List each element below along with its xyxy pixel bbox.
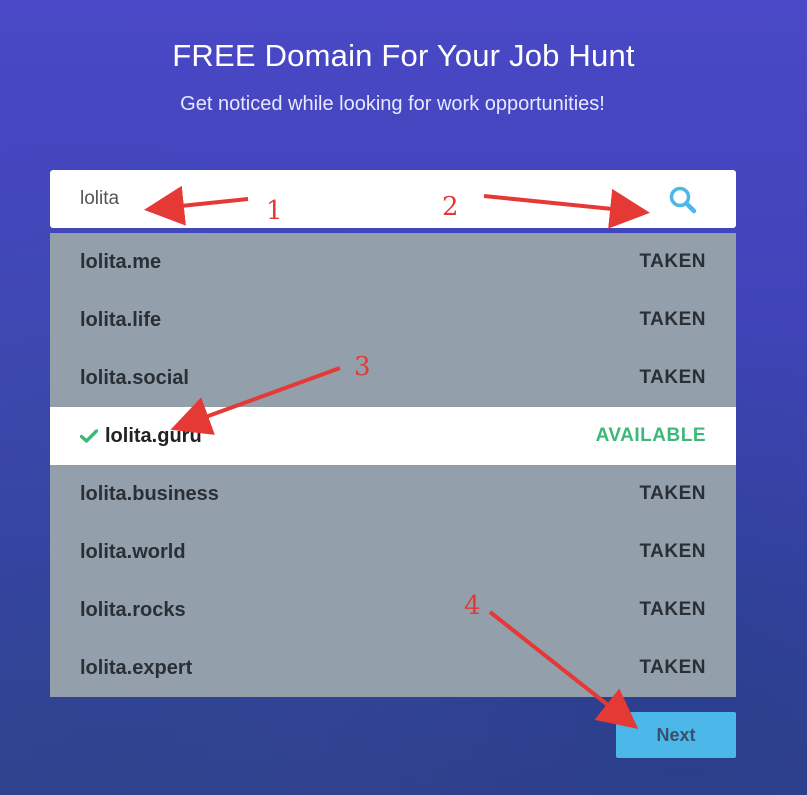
page-title: FREE Domain For Your Job Hunt (172, 38, 635, 73)
domain-name: lolita.social (80, 366, 189, 389)
annotation-label-1: 1 (266, 196, 283, 226)
result-row-business[interactable]: lolita.business TAKEN (50, 465, 736, 523)
status-badge: TAKEN (639, 599, 706, 620)
result-row-guru[interactable]: lolita.guru AVAILABLE (50, 407, 736, 465)
domain-name: lolita.life (80, 308, 162, 331)
result-row-rocks[interactable]: lolita.rocks TAKEN (50, 581, 736, 639)
status-badge: AVAILABLE (595, 425, 706, 446)
annotation-label-4: 4 (464, 591, 481, 621)
result-row-life[interactable]: lolita.life TAKEN (50, 291, 736, 349)
status-badge: TAKEN (639, 657, 706, 678)
search-input[interactable] (68, 178, 652, 220)
search-button[interactable] (668, 185, 698, 215)
domain-name: lolita.expert (80, 656, 193, 679)
results-list: lolita.me TAKEN lolita.life TAKEN lolita… (50, 233, 736, 697)
search-icon (669, 186, 697, 214)
status-badge: TAKEN (639, 483, 706, 504)
status-badge: TAKEN (639, 541, 706, 562)
domain-name: lolita.me (80, 250, 162, 273)
next-button[interactable]: Next (616, 712, 736, 758)
search-box (50, 170, 736, 228)
status-badge: TAKEN (639, 309, 706, 330)
domain-name: lolita.world (80, 540, 186, 563)
result-row-me[interactable]: lolita.me TAKEN (50, 233, 736, 291)
check-icon (80, 429, 98, 443)
page-subtitle: Get noticed while looking for work oppor… (180, 93, 605, 115)
annotation-label-3: 3 (354, 352, 371, 382)
status-badge: TAKEN (639, 251, 706, 272)
domain-name: lolita.guru (105, 424, 202, 447)
result-row-world[interactable]: lolita.world TAKEN (50, 523, 736, 581)
domain-name: lolita.rocks (80, 598, 186, 621)
result-row-expert[interactable]: lolita.expert TAKEN (50, 639, 736, 697)
annotation-label-2: 2 (442, 192, 459, 222)
domain-name: lolita.business (80, 482, 219, 505)
result-row-social[interactable]: lolita.social TAKEN (50, 349, 736, 407)
status-badge: TAKEN (639, 367, 706, 388)
